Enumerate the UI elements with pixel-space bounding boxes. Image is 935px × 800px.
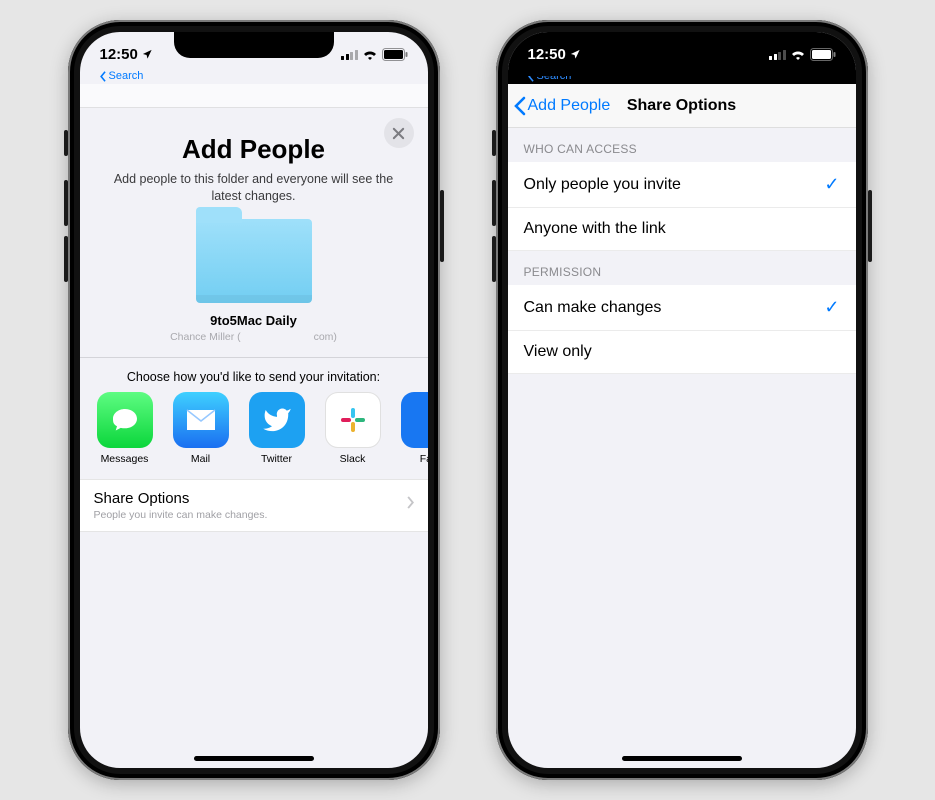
- cell-only-people-you-invite[interactable]: Only people you invite ✓: [508, 162, 856, 208]
- share-app-messages[interactable]: Messages: [94, 392, 156, 465]
- app-label: Messages: [94, 453, 156, 465]
- phone-right: 12:50 Search Add People: [496, 20, 868, 780]
- checkmark-icon: ✓: [824, 297, 839, 318]
- chevron-right-icon: [406, 496, 414, 514]
- battery-icon: [810, 48, 836, 61]
- signal-icon: [769, 49, 786, 60]
- slack-icon: [325, 392, 381, 448]
- location-icon: [570, 49, 581, 60]
- share-app-mail[interactable]: Mail: [170, 392, 232, 465]
- messages-icon: [97, 392, 153, 448]
- cell-anyone-with-link[interactable]: Anyone with the link: [508, 208, 856, 251]
- cell-view-only[interactable]: View only: [508, 331, 856, 374]
- share-app-slack[interactable]: Slack: [322, 392, 384, 465]
- wifi-icon: [790, 48, 806, 60]
- nav-back-button[interactable]: Add People: [508, 96, 611, 116]
- notch: [174, 32, 334, 58]
- folder-owner: Chance Miller ( com): [100, 331, 408, 343]
- cell-label: Can make changes: [524, 299, 662, 317]
- home-indicator[interactable]: [622, 756, 742, 761]
- facebook-icon: [401, 392, 428, 448]
- invite-caption: Choose how you'd like to send your invit…: [80, 358, 428, 392]
- share-options-row[interactable]: Share Options People you invite can make…: [80, 479, 428, 532]
- cell-label: View only: [524, 343, 592, 361]
- cell-label: Anyone with the link: [524, 220, 666, 238]
- mail-icon: [173, 392, 229, 448]
- cell-can-make-changes[interactable]: Can make changes ✓: [508, 285, 856, 331]
- app-label: Fac: [398, 453, 428, 465]
- status-time: 12:50: [528, 46, 566, 63]
- app-label: Twitter: [246, 453, 308, 465]
- battery-icon: [382, 48, 408, 61]
- sheet-subtitle: Add people to this folder and everyone w…: [114, 171, 394, 205]
- share-app-twitter[interactable]: Twitter: [246, 392, 308, 465]
- app-label: Mail: [170, 453, 232, 465]
- wifi-icon: [362, 48, 378, 60]
- status-time: 12:50: [100, 46, 138, 63]
- home-indicator[interactable]: [194, 756, 314, 761]
- sheet-header: Add People Add people to this folder and…: [80, 108, 428, 358]
- share-options-title: Share Options: [94, 490, 268, 507]
- location-icon: [142, 49, 153, 60]
- folder-name: 9to5Mac Daily: [100, 313, 408, 328]
- share-app-facebook[interactable]: Fac: [398, 392, 428, 465]
- notch: [602, 32, 762, 58]
- checkmark-icon: ✓: [824, 174, 839, 195]
- sheet-title: Add People: [100, 134, 408, 165]
- nav-back-label: Add People: [528, 97, 611, 115]
- nav-bar: Add People Share Options: [508, 84, 856, 128]
- close-button[interactable]: [384, 118, 414, 148]
- phone-left: 12:50 Search: [68, 20, 440, 780]
- section-header-access: WHO CAN ACCESS: [508, 128, 856, 162]
- share-apps-row[interactable]: Messages Mail Twitter Slack: [80, 392, 428, 479]
- sheet-grabber-bar: [80, 84, 428, 108]
- folder-icon: [196, 219, 312, 303]
- app-label: Slack: [322, 453, 384, 465]
- share-options-subtitle: People you invite can make changes.: [94, 509, 268, 521]
- twitter-icon: [249, 392, 305, 448]
- signal-icon: [341, 49, 358, 60]
- cell-label: Only people you invite: [524, 176, 681, 194]
- section-header-permission: PERMISSION: [508, 251, 856, 285]
